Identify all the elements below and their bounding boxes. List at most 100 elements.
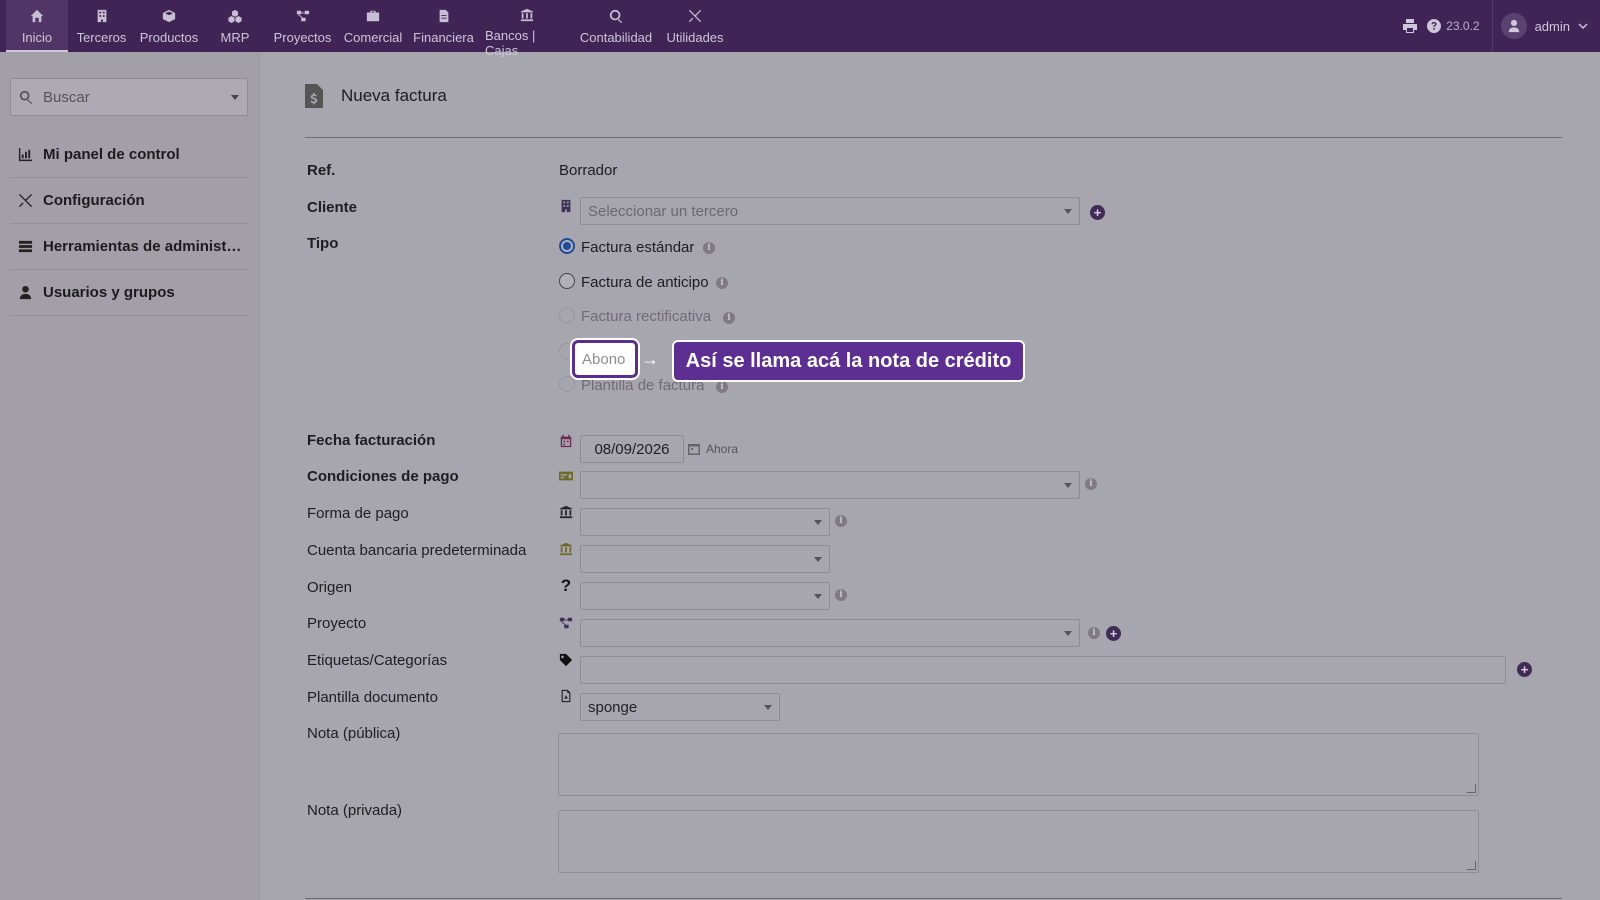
- chevron-down-icon: [231, 94, 239, 100]
- add-etiqueta-button[interactable]: +: [1517, 662, 1532, 677]
- etiquetas-input[interactable]: [580, 656, 1506, 684]
- cuenta-label: Cuenta bancaria predeterminada: [307, 542, 527, 559]
- project-diagram-icon: [558, 615, 574, 631]
- sidebar-menu: Mi panel de control Configuración Herram…: [10, 132, 248, 316]
- version-label: 23.0.2: [1446, 19, 1480, 33]
- avatar: [1500, 13, 1527, 39]
- sidebar-item-configuracion[interactable]: Configuración: [10, 178, 248, 224]
- info-icon: i: [835, 515, 847, 527]
- topmenu-label: Contabilidad: [579, 30, 653, 45]
- topmenu-productos[interactable]: Productos: [135, 0, 203, 52]
- file-invoice-dollar-icon: [305, 84, 323, 108]
- proyecto-label: Proyecto: [307, 615, 367, 632]
- ref-label: Ref.: [307, 162, 336, 179]
- username: admin: [1534, 18, 1570, 34]
- project-diagram-icon: [295, 8, 311, 24]
- bank-icon: [519, 8, 535, 22]
- topmenu-label: Inicio: [21, 30, 53, 45]
- nota-privada-textarea[interactable]: [558, 810, 1479, 873]
- info-icon: i: [716, 381, 728, 393]
- topmenu-label: Proyectos: [273, 30, 332, 45]
- bank-icon: [558, 541, 574, 557]
- sidebar-item-label: Mi panel de control: [43, 146, 180, 163]
- divider: [305, 137, 1562, 138]
- radio-factura-rectificativa[interactable]: [559, 307, 575, 323]
- cliente-label: Cliente: [307, 199, 358, 216]
- bank-icon: [558, 504, 574, 520]
- tools-icon: [687, 8, 703, 24]
- chevron-down-icon: [814, 519, 822, 525]
- chevron-down-icon: [1578, 21, 1588, 31]
- topmenu-terceros[interactable]: Terceros: [68, 0, 135, 52]
- print-icon[interactable]: [1402, 18, 1418, 34]
- topmenu-label: MRP: [220, 30, 250, 45]
- fecha-label: Fecha facturación: [307, 432, 436, 449]
- radio-factura-anticipo[interactable]: [559, 273, 575, 289]
- page-title: Nueva factura: [341, 86, 447, 105]
- sidebar-item-usuarios[interactable]: Usuarios y grupos: [10, 270, 248, 316]
- question-icon: ?: [560, 576, 572, 595]
- chevron-down-icon: [814, 593, 822, 599]
- top-right-area: 23.0.2 admin: [1402, 0, 1600, 52]
- sidebar-item-label: Herramientas de administ…: [43, 238, 242, 255]
- proyecto-select[interactable]: [580, 619, 1080, 647]
- origen-select[interactable]: [580, 582, 830, 610]
- nota-publica-textarea[interactable]: [558, 733, 1479, 796]
- condiciones-select[interactable]: [580, 471, 1080, 499]
- sidebar-item-herramientas[interactable]: Herramientas de administ…: [10, 224, 248, 270]
- topmenu-contabilidad[interactable]: Contabilidad: [575, 0, 657, 52]
- suitcase-icon: [365, 8, 381, 24]
- top-navigation-bar: Inicio Terceros Productos MRP Proyectos …: [0, 0, 1600, 58]
- now-button[interactable]: Ahora: [688, 442, 738, 456]
- arrow-right-icon: →: [641, 349, 659, 369]
- radio-label: Factura estándar: [581, 239, 695, 256]
- cliente-placeholder: Seleccionar un tercero: [588, 202, 739, 220]
- origen-label: Origen: [307, 579, 353, 596]
- sidebar-item-panel[interactable]: Mi panel de control: [10, 132, 248, 178]
- user-icon: [19, 285, 32, 300]
- plantilla-label: Plantilla documento: [307, 689, 438, 706]
- topmenu-financiera[interactable]: Financiera: [408, 0, 479, 52]
- user-menu[interactable]: admin: [1491, 0, 1600, 52]
- info-icon: i: [835, 589, 847, 601]
- help-icon[interactable]: [1426, 18, 1442, 34]
- topmenu-comercial[interactable]: Comercial: [338, 0, 408, 52]
- cuenta-select[interactable]: [580, 545, 830, 573]
- cliente-select[interactable]: Seleccionar un tercero: [580, 197, 1080, 225]
- radio-label: Factura rectificativa: [581, 308, 712, 325]
- radio-factura-estandar[interactable]: [559, 238, 575, 254]
- top-menu: Inicio Terceros Productos MRP Proyectos …: [6, 0, 733, 58]
- building-icon: [94, 8, 110, 24]
- topmenu-proyectos[interactable]: Proyectos: [267, 0, 338, 52]
- search-placeholder: Buscar: [43, 88, 90, 106]
- sidebar-item-label: Usuarios y grupos: [43, 284, 175, 301]
- topmenu-inicio[interactable]: Inicio: [6, 0, 68, 52]
- forma-pago-select[interactable]: [580, 508, 830, 536]
- file-invoice-icon: [436, 8, 452, 24]
- chart-icon: [18, 147, 33, 162]
- plantilla-select[interactable]: sponge: [580, 693, 780, 721]
- radio-plantilla-factura[interactable]: [559, 376, 575, 392]
- info-icon: i: [1085, 478, 1097, 490]
- tour-tooltip: Así se llama acá la nota de crédito: [672, 340, 1025, 382]
- fecha-input[interactable]: 08/09/2026: [580, 435, 684, 463]
- chevron-down-icon: [1064, 630, 1072, 636]
- info-icon: i: [1088, 627, 1100, 639]
- topmenu-bancos-cajas[interactable]: Bancos | Cajas: [479, 0, 575, 58]
- chevron-down-icon: [1064, 482, 1072, 488]
- nota-privada-label: Nota (privada): [307, 802, 403, 819]
- topmenu-label: Terceros: [76, 30, 127, 45]
- search-input[interactable]: Buscar: [10, 78, 248, 116]
- add-tercero-button[interactable]: +: [1090, 205, 1105, 220]
- add-proyecto-button[interactable]: +: [1106, 626, 1121, 641]
- info-icon: i: [703, 242, 715, 254]
- topmenu-utilidades[interactable]: Utilidades: [657, 0, 733, 52]
- money-check-icon: [558, 468, 574, 484]
- file-pdf-icon: [558, 688, 574, 704]
- tour-highlight-abono[interactable]: Abono: [572, 340, 638, 378]
- calendar-icon: [688, 444, 700, 455]
- topmenu-mrp[interactable]: MRP: [203, 0, 267, 52]
- etiquetas-label: Etiquetas/Categorías: [307, 652, 448, 669]
- nota-publica-label: Nota (pública): [307, 725, 401, 742]
- fecha-value: 08/09/2026: [594, 440, 670, 458]
